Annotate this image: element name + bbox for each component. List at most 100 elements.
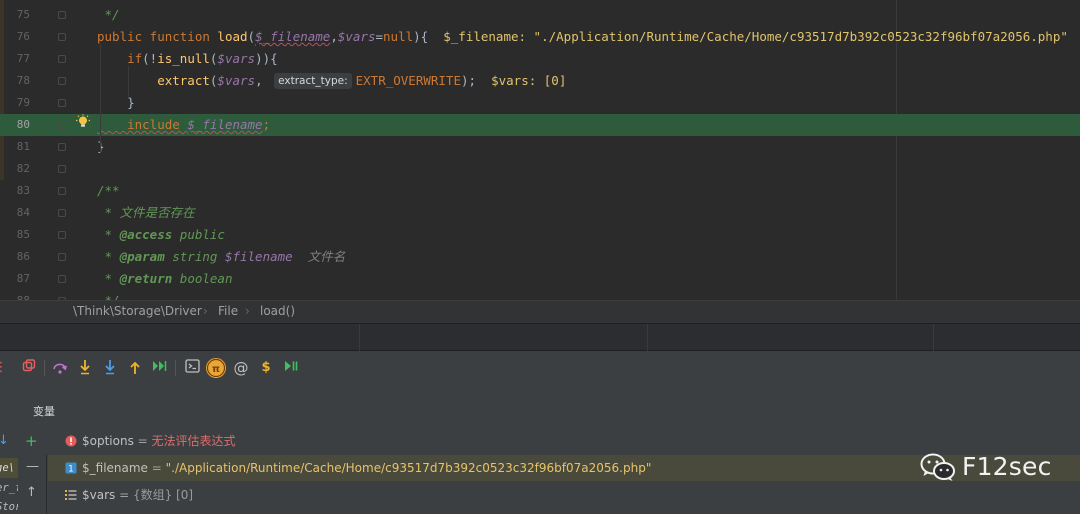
tool-tab[interactable] <box>0 324 360 351</box>
frame-item[interactable]: Stora <box>0 499 18 514</box>
code-token: string <box>164 249 225 264</box>
variable-row-options[interactable]: $options = 无法评估表达式 <box>48 428 1080 454</box>
tool-tab[interactable] <box>360 324 648 351</box>
at-icon[interactable]: @ <box>232 359 250 377</box>
lightbulb-icon[interactable] <box>75 114 91 130</box>
code-text: if(!is_null($vars)){ <box>97 48 278 70</box>
code-text: */ <box>97 4 120 26</box>
code-token: @return <box>119 271 173 286</box>
fold-marker-icon[interactable] <box>58 187 66 195</box>
breadcrumb: \Think\Storage\Driver › File › load() <box>0 300 1080 323</box>
fold-marker-icon[interactable] <box>58 77 66 85</box>
resume-program-icon[interactable] <box>282 359 300 377</box>
code-text: * @access public <box>97 224 225 246</box>
debug-tool-tabs <box>0 323 1080 351</box>
line-number[interactable]: 84 <box>0 202 30 224</box>
code-token: , <box>330 29 338 44</box>
more-icon[interactable]: ⋮ <box>0 359 10 377</box>
code-token: if <box>97 51 143 66</box>
fold-marker-icon[interactable] <box>58 253 66 261</box>
line-number[interactable]: 76 <box>0 26 30 48</box>
code-line[interactable]: 85 * @access public <box>0 224 1080 246</box>
line-number[interactable]: 85 <box>0 224 30 246</box>
breadcrumb-class[interactable]: File <box>218 304 238 318</box>
fold-marker-icon[interactable] <box>58 33 66 41</box>
fold-marker-icon[interactable] <box>58 143 66 151</box>
code-token: $vars <box>337 29 376 44</box>
code-line[interactable]: 78 extract($vars, extract_type: EXTR_OVER… <box>0 70 1080 92</box>
code-line[interactable]: 75 */ <box>0 4 1080 26</box>
code-line[interactable]: 84 * 文件是否存在 <box>0 202 1080 224</box>
code-token: public <box>172 227 225 242</box>
code-token: * 文件是否存在 <box>97 205 195 220</box>
code-token: 文件名 <box>292 249 346 264</box>
inline-debug-value: $vars: [0] <box>491 73 567 88</box>
line-number[interactable]: 75 <box>0 4 30 26</box>
add-watch-icon[interactable]: + <box>25 432 38 450</box>
code-line[interactable]: 86 * @param string $filename 文件名 <box>0 246 1080 268</box>
mute-breakpoints-icon[interactable] <box>20 359 38 377</box>
line-number[interactable]: 87 <box>0 268 30 290</box>
fold-marker-icon[interactable] <box>58 99 66 107</box>
code-line[interactable]: 76 public function load($_filename,$vars=… <box>0 26 1080 48</box>
code-line[interactable]: 81} <box>0 136 1080 158</box>
fold-marker-icon[interactable] <box>58 209 66 217</box>
code-token: $vars <box>217 51 256 66</box>
arrow-up-icon[interactable]: ↑ <box>26 485 37 500</box>
step-out-icon[interactable] <box>126 359 144 377</box>
dollar-icon[interactable]: $ <box>257 359 275 377</box>
fold-marker-icon[interactable] <box>58 55 66 63</box>
code-token: @access <box>119 227 173 242</box>
code-line[interactable]: 79 } <box>0 92 1080 114</box>
breadcrumb-method[interactable]: load() <box>260 304 295 318</box>
line-number[interactable]: 81 <box>0 136 30 158</box>
fold-marker-icon[interactable] <box>58 231 66 239</box>
code-line[interactable]: 77 if(!is_null($vars)){ <box>0 48 1080 70</box>
remove-watch-icon[interactable]: — <box>26 459 39 474</box>
code-token: load <box>217 29 248 44</box>
code-token: } <box>97 95 135 110</box>
code-text: */ <box>97 290 120 300</box>
line-number[interactable]: 79 <box>0 92 30 114</box>
arrow-down-icon[interactable]: ↓ <box>0 433 9 448</box>
code-line[interactable]: 88 */ <box>0 290 1080 300</box>
fold-marker-icon[interactable] <box>58 11 66 19</box>
step-into-icon[interactable] <box>76 359 94 377</box>
parameter-hint: extract_type: <box>274 73 352 89</box>
code-token: $_filename <box>255 29 331 44</box>
tool-tab[interactable] <box>648 324 934 351</box>
variable-equals: = <box>115 488 133 502</box>
step-over-icon[interactable] <box>51 359 69 377</box>
run-to-cursor-icon[interactable] <box>150 359 168 377</box>
evaluate-expression-icon[interactable]: π <box>206 358 226 378</box>
code-line[interactable]: 87 * @return boolean <box>0 268 1080 290</box>
code-token: include <box>97 117 188 132</box>
code-editor[interactable]: 75 */76 public function load($_filename,$… <box>0 0 1080 300</box>
line-number[interactable]: 77 <box>0 48 30 70</box>
line-number[interactable]: 82 <box>0 158 30 180</box>
array-variable-icon <box>65 490 77 500</box>
line-number[interactable]: 78 <box>0 70 30 92</box>
frame-item[interactable]: ge\ <box>0 458 18 478</box>
line-number[interactable]: 80 <box>0 114 30 136</box>
code-token: */ <box>97 7 120 22</box>
fold-marker-icon[interactable] <box>58 121 66 129</box>
force-step-into-icon[interactable] <box>101 359 119 377</box>
fold-marker-icon[interactable] <box>58 165 66 173</box>
code-token: extract <box>97 73 210 88</box>
frames-list: ge\ er_fu Stora <box>0 455 24 514</box>
frame-item[interactable]: er_fu <box>0 479 18 497</box>
console-icon[interactable] <box>183 359 201 377</box>
panel-divider <box>46 455 47 514</box>
code-line[interactable]: 82 <box>0 158 1080 180</box>
code-line-current-execution[interactable]: 80 include $_filename; <box>0 114 1080 136</box>
error-icon <box>65 435 77 447</box>
breadcrumb-namespace[interactable]: \Think\Storage\Driver <box>73 304 202 318</box>
line-number[interactable]: 83 <box>0 180 30 202</box>
fold-marker-icon[interactable] <box>58 275 66 283</box>
line-number[interactable]: 88 <box>0 290 30 300</box>
code-line[interactable]: 83 /** <box>0 180 1080 202</box>
code-token: null <box>383 29 414 44</box>
line-number[interactable]: 86 <box>0 246 30 268</box>
code-token: * <box>97 249 120 264</box>
